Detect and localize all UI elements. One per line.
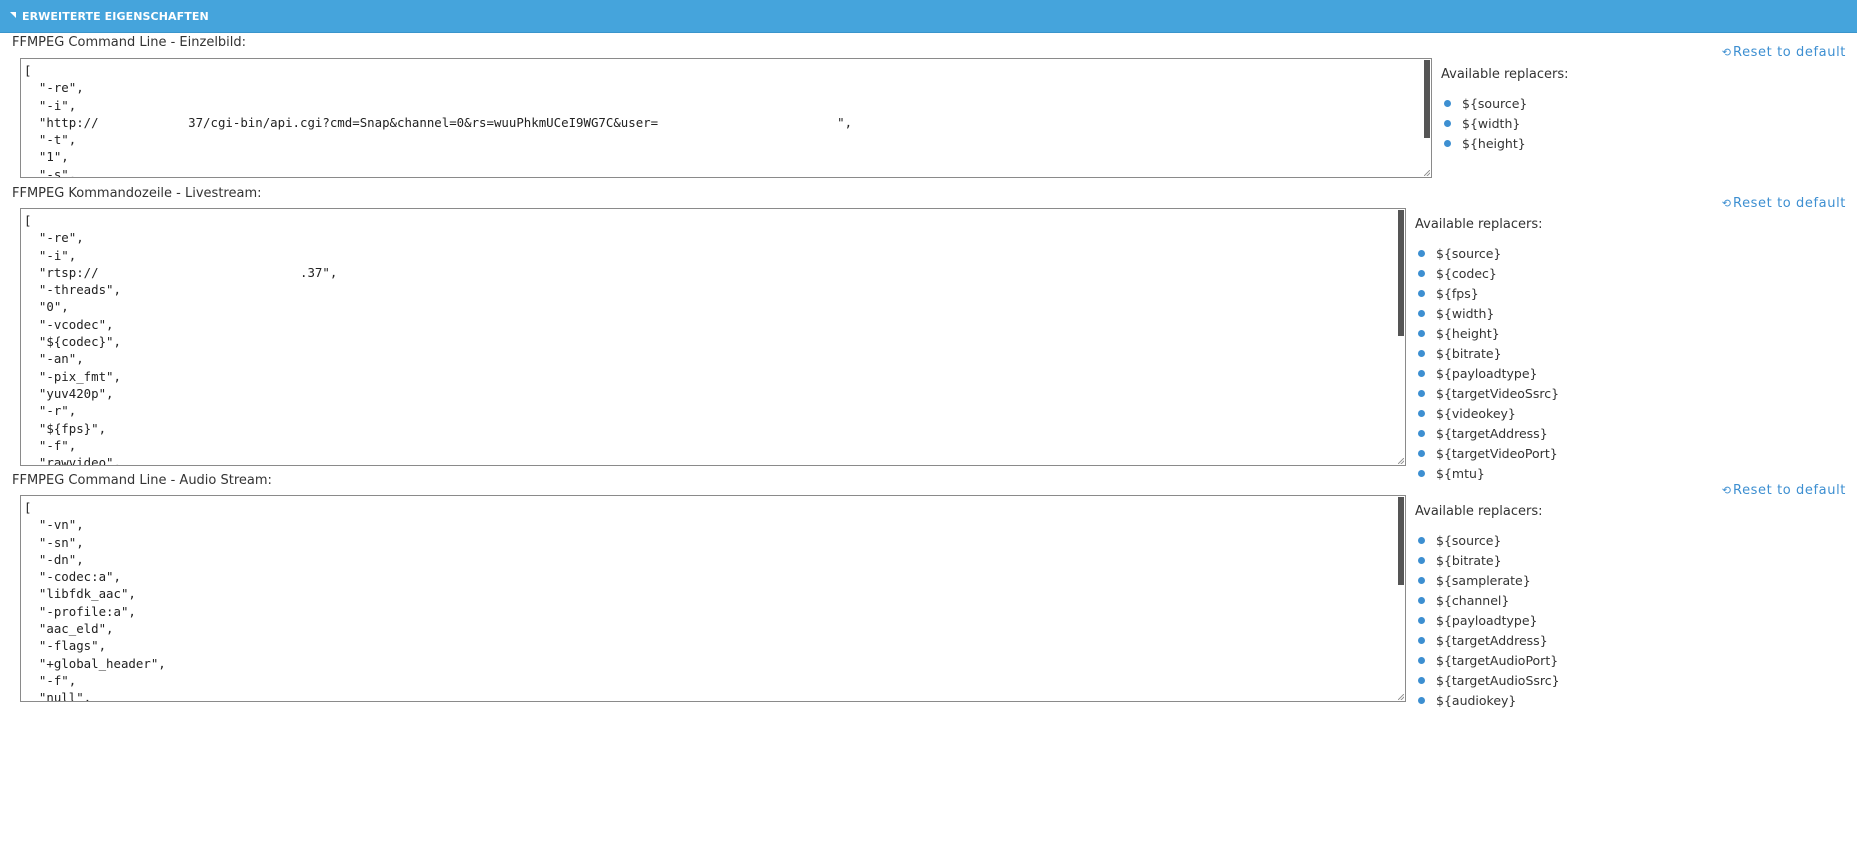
replacers-panel-audio: Available replacers: ${source} ${bitrate… <box>1415 504 1560 711</box>
replacers-list: ${source} ${codec} ${fps} ${width} ${hei… <box>1415 244 1559 484</box>
replacers-title: Available replacers: <box>1415 217 1543 232</box>
section-label-livestream: FFMPEG Kommandozeile - Livestream: <box>12 186 262 201</box>
replacer-item: ${targetVideoSsrc} <box>1415 384 1559 404</box>
replacer-item: ${targetAudioPort} <box>1415 651 1560 671</box>
editor-scrollbar[interactable] <box>1424 60 1430 138</box>
reset-default-livestream[interactable]: ⟲ Reset to default <box>1722 196 1846 211</box>
livestream-command-editor[interactable]: [ "-re", "-i", "rtsp:// .37", "-threads"… <box>20 208 1406 466</box>
replacer-item: ${mtu} <box>1415 464 1559 484</box>
replacer-item: ${source} <box>1415 244 1559 264</box>
replacer-item: ${payloadtype} <box>1415 364 1559 384</box>
replacer-item: ${audiokey} <box>1415 691 1560 711</box>
replacers-panel-livestream: Available replacers: ${source} ${codec} … <box>1415 217 1559 484</box>
reset-label: Reset to default <box>1733 483 1846 498</box>
resize-grip-icon[interactable] <box>1398 694 1404 700</box>
replacers-list: ${source} ${bitrate} ${samplerate} ${cha… <box>1415 531 1560 711</box>
replacer-item: ${videokey} <box>1415 404 1559 424</box>
replacer-item: ${targetAddress} <box>1415 631 1560 651</box>
replacer-item: ${source} <box>1415 531 1560 551</box>
replacers-list: ${source} ${width} ${height} <box>1441 94 1569 154</box>
replacer-item: ${targetVideoPort} <box>1415 444 1559 464</box>
snapshot-command-editor[interactable]: [ "-re", "-i", "http:// 37/cgi-bin/api.c… <box>20 58 1432 178</box>
replacer-item: ${bitrate} <box>1415 344 1559 364</box>
reset-label: Reset to default <box>1733 45 1846 60</box>
advanced-properties-header[interactable]: ERWEITERTE EIGENSCHAFTEN <box>0 0 1857 33</box>
reset-icon: ⟲ <box>1721 484 1732 497</box>
reset-icon: ⟲ <box>1721 46 1732 59</box>
header-title: ERWEITERTE EIGENSCHAFTEN <box>22 10 209 23</box>
livestream-command-text[interactable]: [ "-re", "-i", "rtsp:// .37", "-threads"… <box>21 209 1405 465</box>
reset-default-audio[interactable]: ⟲ Reset to default <box>1722 483 1846 498</box>
replacer-item: ${source} <box>1441 94 1569 114</box>
replacers-panel-snapshot: Available replacers: ${source} ${width} … <box>1441 67 1569 154</box>
collapse-caret-icon[interactable] <box>10 12 16 18</box>
replacer-item: ${channel} <box>1415 591 1560 611</box>
replacer-item: ${codec} <box>1415 264 1559 284</box>
section-label-snapshot: FFMPEG Command Line - Einzelbild: <box>12 35 247 50</box>
snapshot-command-text[interactable]: [ "-re", "-i", "http:// 37/cgi-bin/api.c… <box>21 59 1431 177</box>
replacer-item: ${height} <box>1441 134 1569 154</box>
resize-grip-icon[interactable] <box>1398 458 1404 464</box>
reset-default-snapshot[interactable]: ⟲ Reset to default <box>1722 45 1846 60</box>
replacers-title: Available replacers: <box>1441 67 1569 82</box>
replacer-item: ${targetAudioSsrc} <box>1415 671 1560 691</box>
replacer-item: ${height} <box>1415 324 1559 344</box>
replacer-item: ${payloadtype} <box>1415 611 1560 631</box>
replacers-title: Available replacers: <box>1415 504 1543 519</box>
replacer-item: ${targetAddress} <box>1415 424 1559 444</box>
resize-grip-icon[interactable] <box>1424 170 1430 176</box>
replacer-item: ${bitrate} <box>1415 551 1560 571</box>
replacer-item: ${fps} <box>1415 284 1559 304</box>
replacer-item: ${width} <box>1441 114 1569 134</box>
reset-icon: ⟲ <box>1721 197 1732 210</box>
audio-command-editor[interactable]: [ "-vn", "-sn", "-dn", "-codec:a", "libf… <box>20 495 1406 702</box>
audio-command-text[interactable]: [ "-vn", "-sn", "-dn", "-codec:a", "libf… <box>21 496 1405 701</box>
replacer-item: ${width} <box>1415 304 1559 324</box>
editor-scrollbar[interactable] <box>1398 497 1404 585</box>
section-label-audio: FFMPEG Command Line - Audio Stream: <box>12 473 272 488</box>
replacer-item: ${samplerate} <box>1415 571 1560 591</box>
reset-label: Reset to default <box>1733 196 1846 211</box>
editor-scrollbar[interactable] <box>1398 210 1404 336</box>
